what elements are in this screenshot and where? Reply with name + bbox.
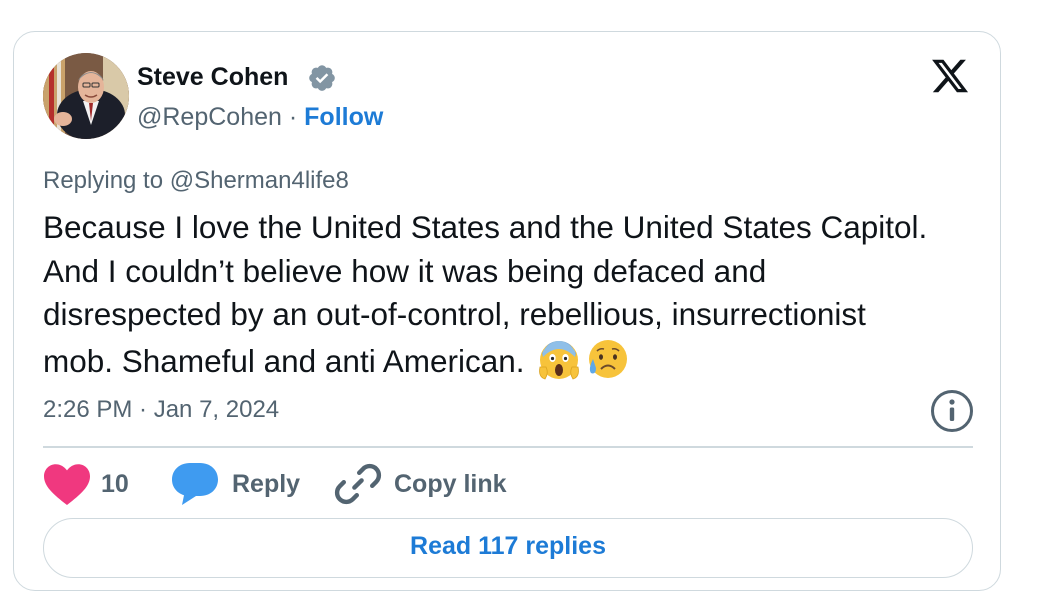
timestamp[interactable]: 2:26 PM · Jan 7, 2024 <box>43 395 279 425</box>
replying-to[interactable]: Replying to @Sherman4life8 <box>43 166 349 196</box>
divider <box>43 446 973 448</box>
face-screaming-in-fear-icon <box>539 340 580 379</box>
x-logo-icon[interactable] <box>929 56 971 96</box>
like-count: 10 <box>101 469 129 498</box>
copy-link-label: Copy link <box>394 469 507 498</box>
link-icon <box>334 463 382 505</box>
handle-row: @RepCohen · Follow <box>137 102 383 132</box>
info-icon[interactable] <box>929 388 975 434</box>
tweet-text: Because I love the United States and the… <box>43 206 943 383</box>
reply-button[interactable]: Reply <box>170 462 300 506</box>
separator-dot: · <box>288 103 298 131</box>
reply-label: Reply <box>232 469 301 498</box>
like-button[interactable]: 10 <box>43 462 129 506</box>
read-replies-button[interactable]: Read 117 replies <box>43 518 973 578</box>
tweet-body: Because I love the United States and the… <box>43 209 928 379</box>
avatar[interactable] <box>43 53 129 139</box>
avatar-image <box>43 53 129 139</box>
author-handle[interactable]: @RepCohen <box>137 103 282 131</box>
verified-badge-icon <box>309 65 335 91</box>
follow-button[interactable]: Follow <box>304 103 383 131</box>
author-name[interactable]: Steve Cohen <box>137 62 288 92</box>
reply-bubble-icon <box>172 463 218 505</box>
read-replies-label: Read 117 replies <box>410 532 606 560</box>
heart-icon <box>44 464 90 505</box>
copy-link-button[interactable]: Copy link <box>334 462 507 506</box>
sad-but-relieved-face-icon <box>589 339 628 378</box>
